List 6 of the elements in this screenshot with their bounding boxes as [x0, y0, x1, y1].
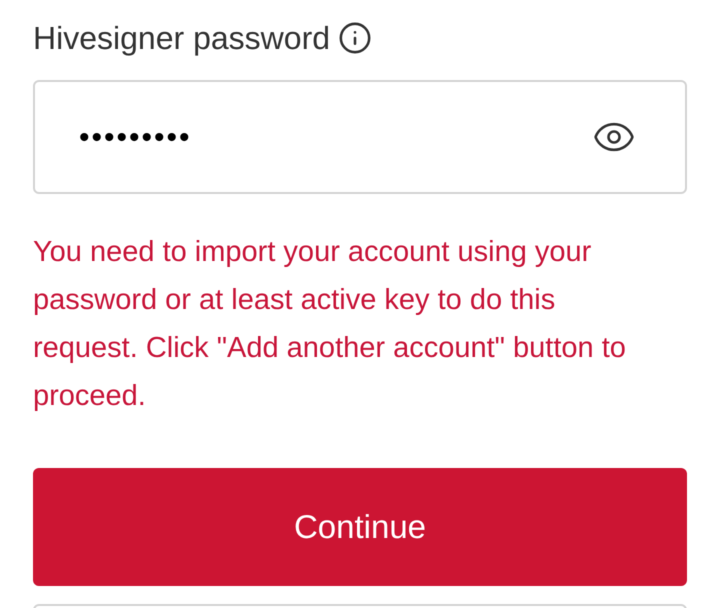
error-message: You need to import your account using your password or at least active key to do this request. Click "Add another account" button to proceed.	[33, 235, 627, 414]
continue-button[interactable]: Continue	[33, 468, 687, 586]
field-label: Hivesigner password	[33, 22, 330, 54]
info-icon[interactable]	[338, 21, 372, 55]
password-field[interactable]: •••••••••	[33, 80, 687, 194]
password-value: •••••••••	[79, 120, 193, 156]
